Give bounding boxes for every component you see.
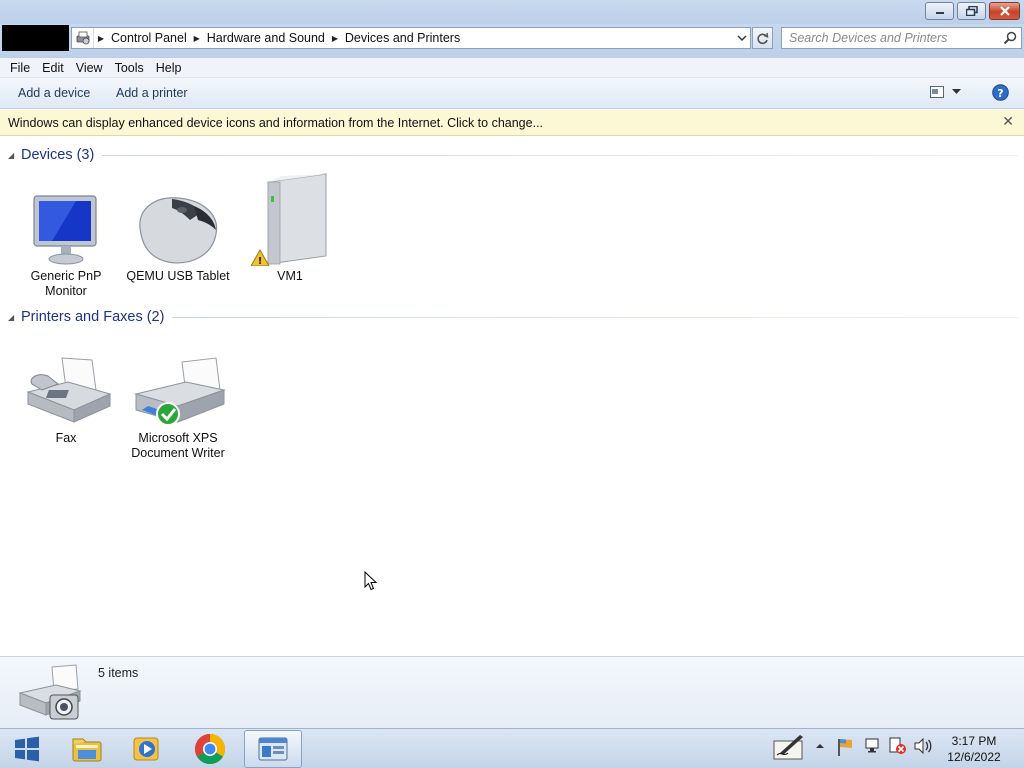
svg-text:!: ! [258,256,263,266]
chevron-right-icon[interactable]: ▶ [94,34,108,43]
chevron-down-icon [737,35,747,41]
chrome-icon [194,734,226,765]
device-tile[interactable]: ! VM1 [235,170,345,284]
default-check-icon [156,402,180,426]
chevron-right-icon[interactable]: ▶ [190,34,204,43]
info-bar-text[interactable]: Windows can display enhanced device icon… [8,116,543,130]
tablet-input-icon[interactable] [772,733,806,763]
network-disconnected-icon[interactable] [889,737,907,755]
minimize-button[interactable] [925,2,954,20]
info-bar[interactable]: Windows can display enhanced device icon… [0,110,1024,136]
address-row: ▶ Control Panel ▶ Hardware and Sound ▶ D… [0,24,1024,58]
details-pane: 5 items [0,656,1024,728]
group-divider [102,154,1018,156]
folder-icon [72,738,102,762]
media-player-taskbar-button[interactable] [118,730,176,768]
svg-text:?: ? [997,87,1003,100]
add-printer-button[interactable]: Add a printer [116,86,188,100]
action-center-flag-icon[interactable] [836,737,854,757]
minimize-icon [935,12,944,14]
control-panel-icon [258,737,288,761]
device-tile[interactable]: Generic PnP Monitor [11,170,121,299]
close-button[interactable] [989,2,1020,20]
printer-icon [123,332,233,428]
system-clock[interactable]: 3:17 PM 12/6/2022 [942,733,1006,765]
file-explorer-taskbar-button[interactable] [58,730,116,768]
menu-help[interactable]: Help [150,61,188,75]
devices-group-header[interactable]: ◢ Devices (3) [8,147,1018,163]
help-icon: ? [992,84,1009,101]
address-history-dropdown[interactable] [734,28,750,48]
computer-tower-icon: ! [235,170,345,266]
devices-printers-location-icon [72,28,94,48]
devices-group-title: Devices (3) [21,147,95,163]
devices-printers-taskbar-button[interactable] [244,730,302,768]
monitor-icon [11,170,121,266]
chrome-taskbar-button[interactable] [181,730,239,768]
clock-date: 12/6/2022 [947,750,1001,764]
refresh-button[interactable] [752,27,773,49]
collapse-triangle-icon[interactable]: ◢ [8,313,18,322]
breadcrumb-devices-and-printers[interactable]: Devices and Printers [342,31,463,45]
search-input[interactable] [789,31,999,45]
device-tile[interactable]: QEMU USB Tablet [123,170,233,284]
mouse-pointer-icon [364,571,378,591]
menu-bar: File Edit View Tools Help [0,58,1024,78]
menu-view[interactable]: View [70,61,109,75]
breadcrumb-hardware-and-sound[interactable]: Hardware and Sound [204,31,328,45]
add-device-button[interactable]: Add a device [18,86,90,100]
clock-time: 3:17 PM [951,734,997,748]
device-label: VM1 [277,269,303,283]
item-count: 5 items [98,666,139,680]
navigation-buttons[interactable] [2,25,69,51]
view-options-icon [930,86,944,98]
search-box[interactable] [781,27,1022,49]
printer-label: Fax [55,431,77,445]
close-icon [999,6,1010,16]
change-view-button[interactable] [930,86,961,98]
title-bar [0,0,1024,24]
address-bar[interactable]: ▶ Control Panel ▶ Hardware and Sound ▶ D… [71,27,751,49]
volume-icon[interactable] [913,737,933,755]
show-hidden-icons-icon[interactable] [815,742,825,750]
close-icon[interactable]: ✕ [1002,114,1014,130]
windows-logo-icon [15,736,39,762]
menu-tools[interactable]: Tools [109,61,150,75]
printer-tile[interactable]: Fax [11,332,121,446]
start-button[interactable] [0,730,54,768]
search-icon[interactable] [1003,31,1017,45]
printers-group-header[interactable]: ◢ Printers and Faxes (2) [8,309,1018,325]
command-bar: Add a device Add a printer ? [0,78,1024,109]
device-label: QEMU USB Tablet [126,269,230,283]
devices-printers-icon [18,664,82,720]
taskbar: 3:17 PM 12/6/2022 [0,728,1024,768]
group-divider [172,316,1018,318]
chevron-right-icon[interactable]: ▶ [328,34,342,43]
menu-file[interactable]: File [4,61,36,75]
window-controls [925,2,1020,20]
media-player-icon [133,737,159,761]
menu-edit[interactable]: Edit [36,61,70,75]
network-icon[interactable] [865,737,883,755]
printer-label: Microsoft XPS Document Writer [131,431,225,460]
help-button[interactable]: ? [992,84,1009,104]
collapse-triangle-icon[interactable]: ◢ [8,151,18,160]
printers-group-title: Printers and Faxes (2) [21,309,165,325]
printer-tile[interactable]: Microsoft XPS Document Writer [123,332,233,461]
fax-icon [11,332,121,428]
breadcrumb-control-panel[interactable]: Control Panel [108,31,190,45]
mouse-icon [123,170,233,266]
restore-button[interactable] [957,2,986,20]
refresh-icon [757,32,769,44]
chevron-down-icon [952,89,961,94]
device-label: Generic PnP Monitor [30,269,102,298]
restore-icon [965,6,978,16]
